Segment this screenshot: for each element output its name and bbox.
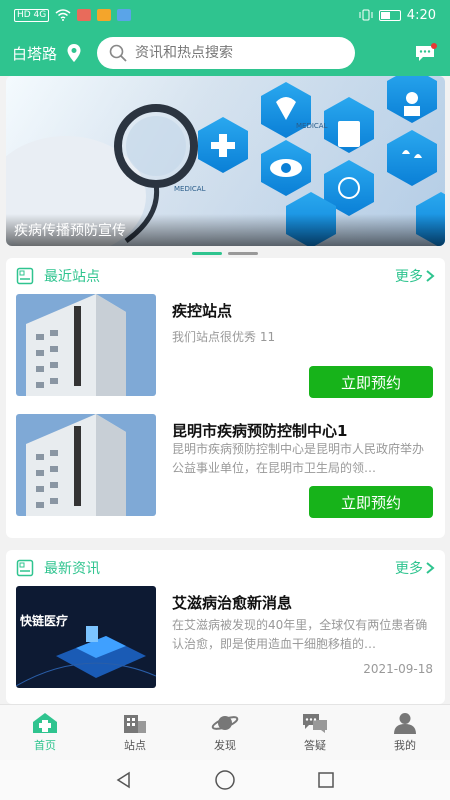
- back-icon[interactable]: [114, 770, 134, 790]
- bottom-tab-bar: 首页 站点 发现 答疑 我的: [0, 704, 450, 760]
- carousel-indicator: [0, 252, 450, 255]
- tab-label: 发现: [214, 739, 236, 752]
- book-now-button[interactable]: 立即预约: [309, 366, 433, 398]
- book-now-button[interactable]: 立即预约: [309, 486, 433, 518]
- city-selector[interactable]: 白塔路: [12, 43, 57, 64]
- tab-label: 首页: [34, 739, 56, 752]
- app-notification-icon: [97, 9, 112, 21]
- banner-caption: 疾病传播预防宣传: [6, 214, 445, 246]
- building-icon: [124, 715, 146, 733]
- station-title[interactable]: 疾控站点: [172, 300, 232, 321]
- recent-apps-icon[interactable]: [316, 770, 336, 790]
- carousel-dot[interactable]: [228, 252, 258, 255]
- tab-label: 我的: [394, 739, 416, 752]
- station-thumbnail: [16, 294, 156, 396]
- chevron-right-icon: [426, 270, 435, 282]
- station-title[interactable]: 昆明市疾病预防控制中心1: [172, 420, 347, 441]
- network-indicator: HD 4G: [14, 8, 50, 22]
- location-pin-icon[interactable]: [67, 44, 81, 62]
- news-list-item[interactable]: 快链医疗 艾滋病治愈新消息 在艾滋病被发现的40年里，全球仅有两位患者确认治愈，…: [6, 586, 445, 696]
- station-list-item[interactable]: 昆明市疾病预防控制中心1 昆明市疾病预防控制中心是昆明市人民政府举办公益事业单位…: [6, 414, 445, 534]
- news-date: 2021-09-18: [363, 662, 433, 676]
- planet-icon: [211, 716, 239, 730]
- station-description: 昆明市疾病预防控制中心是昆明市人民政府举办公益事业单位，在昆明市卫生局的领…: [172, 442, 425, 475]
- app-notification-icon: [77, 9, 92, 21]
- top-header: 白塔路: [0, 30, 450, 76]
- search-icon: [109, 44, 127, 62]
- home-circle-icon[interactable]: [214, 769, 236, 791]
- carousel-dot[interactable]: [192, 252, 222, 255]
- recent-stations-section: 最近站点 更多 疾控站点 我们站点很优秀 11 立即预约 昆明市疾病预防控制中心…: [6, 258, 445, 538]
- station-thumbnail: [16, 414, 156, 516]
- tab-label: 答疑: [304, 739, 326, 752]
- section-list-icon: [16, 267, 34, 285]
- section-header: 最近站点 更多: [6, 258, 445, 294]
- clock: 4:20: [406, 7, 436, 23]
- chat-icon: [303, 714, 327, 733]
- section-header: 最新资讯 更多: [6, 550, 445, 586]
- latest-news-section: 最新资讯 更多 快链医疗 艾滋病治愈新消息 在艾滋病被发现的40年里，全球仅有两…: [6, 550, 445, 704]
- tab-label: 站点: [124, 739, 146, 752]
- svg-text:MEDICAL: MEDICAL: [296, 122, 328, 130]
- more-stations-link[interactable]: 更多: [395, 266, 435, 286]
- section-title: 最新资讯: [44, 561, 100, 577]
- tab-qa[interactable]: 答疑: [270, 705, 360, 760]
- system-navigation-bar: [0, 760, 450, 800]
- wifi-icon: [55, 9, 71, 21]
- tab-home[interactable]: 首页: [0, 705, 90, 760]
- station-description: 我们站点很优秀 11: [172, 330, 276, 344]
- more-label: 更多: [395, 269, 423, 285]
- message-icon: [416, 43, 437, 61]
- vibrate-icon: [359, 9, 373, 21]
- news-summary: 在艾滋病被发现的40年里，全球仅有两位患者确认治愈，即是使用造血干细胞移植的…: [172, 618, 428, 651]
- messages-button[interactable]: [414, 43, 438, 63]
- section-title: 最近站点: [44, 269, 100, 285]
- station-list-item[interactable]: 疾控站点 我们站点很优秀 11 立即预约: [6, 294, 445, 414]
- status-bar: HD 4G 4:20: [0, 0, 450, 30]
- news-title[interactable]: 艾滋病治愈新消息: [172, 592, 292, 613]
- app-notification-icon: [117, 9, 132, 21]
- section-list-icon: [16, 559, 34, 577]
- search-input[interactable]: [135, 45, 336, 61]
- banner-carousel[interactable]: MEDICAL MEDICAL 疾病传播预防宣传: [6, 76, 445, 246]
- tab-mine[interactable]: 我的: [360, 705, 450, 760]
- chevron-right-icon: [426, 562, 435, 574]
- tab-stations[interactable]: 站点: [90, 705, 180, 760]
- search-bar[interactable]: [97, 37, 356, 69]
- news-thumbnail: 快链医疗: [16, 586, 156, 688]
- battery-icon: [378, 9, 401, 21]
- svg-text:MEDICAL: MEDICAL: [174, 185, 206, 193]
- tab-discover[interactable]: 发现: [180, 705, 270, 760]
- more-label: 更多: [395, 561, 423, 577]
- user-icon: [394, 713, 416, 734]
- more-news-link[interactable]: 更多: [395, 558, 435, 578]
- home-icon: [33, 713, 57, 733]
